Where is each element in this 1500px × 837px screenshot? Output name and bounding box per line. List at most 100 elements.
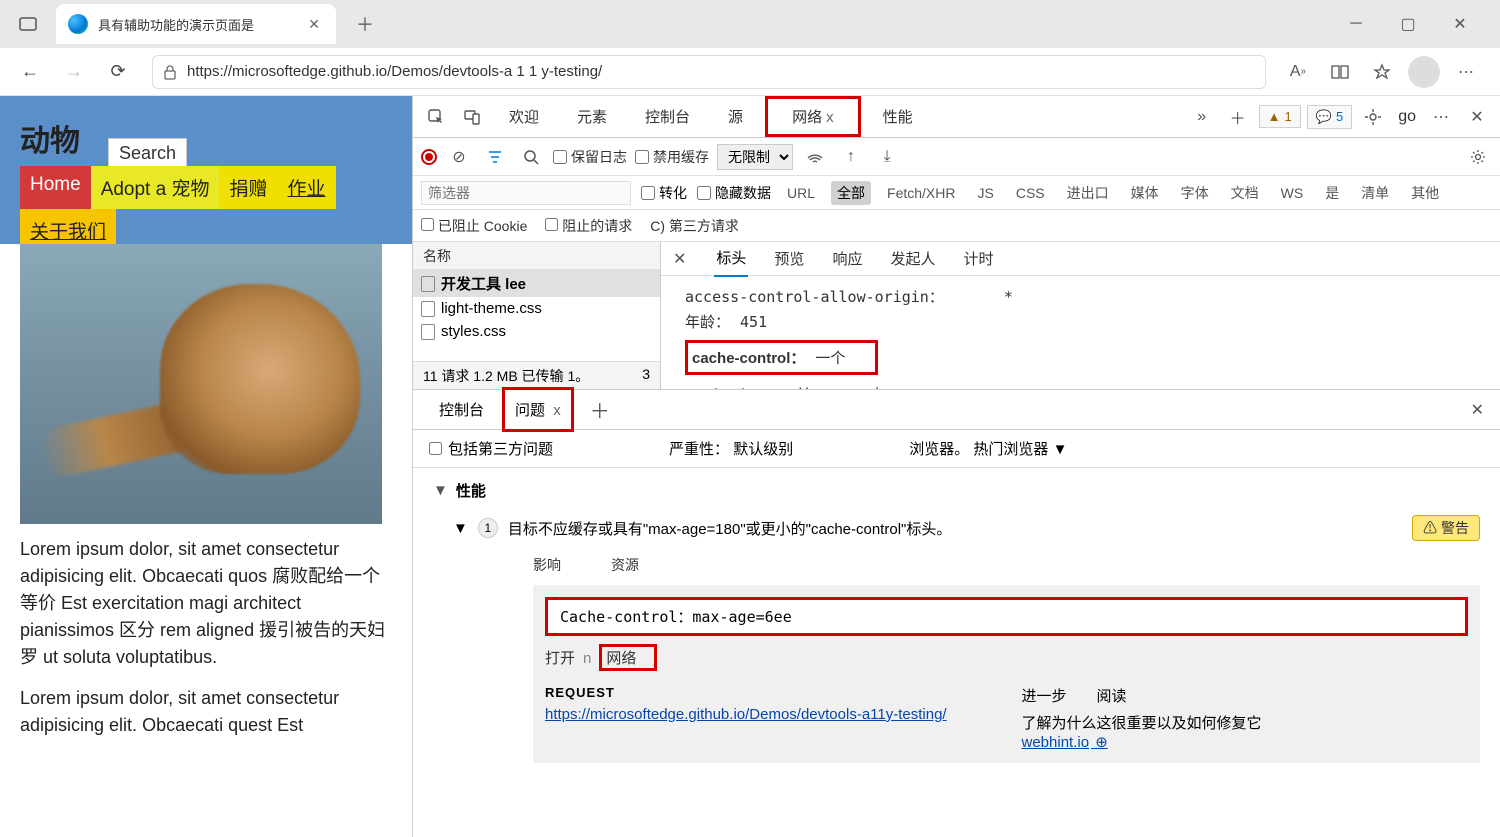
list-header-name[interactable]: 名称: [413, 242, 660, 270]
filter-manifest[interactable]: 清单: [1355, 181, 1395, 205]
drawer-tab-console[interactable]: 控制台: [429, 390, 494, 429]
tab-network[interactable]: 网络x: [765, 96, 861, 137]
issue-further-col: 进一步 阅读 了解为什么这很重要以及如何修复它 webhint.io ⊕: [1022, 685, 1469, 751]
url-text: https://microsoftedge.github.io/Demos/de…: [187, 63, 602, 80]
issue-header[interactable]: ▼ 1 目标不应缓存或具有"max-age=180"或更小的"cache-con…: [453, 515, 1480, 541]
filter-other[interactable]: 其他: [1405, 181, 1445, 205]
more-tabs-icon[interactable]: »: [1187, 102, 1217, 132]
browser-label[interactable]: 浏览器。 热门浏览器 ▼: [909, 438, 1067, 459]
issue-open-row: 打开 n 网络: [545, 644, 1468, 671]
issues-body: ▼ 性能 ▼ 1 目标不应缓存或具有"max-age=180"或更小的"cach…: [413, 468, 1500, 837]
headers-body: access-control-allow-origin：* 年龄：451 cac…: [661, 276, 1500, 389]
clear-icon[interactable]: ⊘: [445, 143, 473, 171]
filter-export[interactable]: 进出口: [1061, 181, 1115, 205]
drawer-add-icon[interactable]: ＋: [582, 395, 618, 424]
device-toggle-icon[interactable]: [457, 102, 487, 132]
inspect-icon[interactable]: [421, 102, 451, 132]
filter-ws[interactable]: WS: [1275, 183, 1310, 203]
disable-cache-checkbox[interactable]: 禁用缓存: [635, 147, 709, 167]
include-third-party-checkbox[interactable]: 包括第三方问题: [429, 438, 553, 459]
filter-url[interactable]: URL: [781, 183, 821, 203]
invert-checkbox[interactable]: 转化: [641, 183, 687, 203]
add-tab-icon[interactable]: ＋: [1223, 102, 1253, 132]
devtools-close-icon[interactable]: ✕: [1462, 102, 1492, 132]
tabs-overview-icon[interactable]: [8, 6, 48, 42]
detail-tab-response[interactable]: 响应: [830, 241, 864, 276]
issue-count-badge: 1: [478, 518, 498, 538]
tab-close-icon[interactable]: ✕: [304, 16, 324, 33]
issue-group-title[interactable]: ▼ 性能: [433, 480, 1480, 501]
filter-js[interactable]: JS: [971, 183, 999, 203]
upload-icon[interactable]: ↑: [837, 143, 865, 171]
tab-console[interactable]: 控制台: [629, 96, 706, 137]
filter-all[interactable]: 全部: [831, 181, 871, 205]
chevron-down-icon: ▼: [433, 482, 448, 499]
new-tab-button[interactable]: ＋: [344, 11, 386, 37]
back-button[interactable]: ←: [12, 54, 48, 90]
filter-fetch[interactable]: Fetch/XHR: [881, 183, 961, 203]
tab-performance[interactable]: 性能: [867, 96, 929, 137]
detail-close-icon[interactable]: ✕: [669, 249, 690, 269]
url-box[interactable]: https://microsoftedge.github.io/Demos/de…: [152, 55, 1266, 89]
download-icon[interactable]: ⤓: [873, 143, 901, 171]
more-icon[interactable]: ⋯: [1450, 56, 1482, 88]
page-hero-image: [20, 244, 382, 524]
issue-code: Cache-control：max-age=6ee: [545, 597, 1468, 636]
detail-tab-headers[interactable]: 标头: [714, 240, 748, 277]
reload-button[interactable]: ⟳: [100, 54, 136, 90]
nav-adopt[interactable]: Adopt a 宠物: [91, 166, 220, 209]
tab-welcome[interactable]: 欢迎: [493, 96, 555, 137]
filter-css[interactable]: CSS: [1010, 183, 1051, 203]
open-network-link[interactable]: 网络: [599, 644, 657, 671]
devtools-menu-icon[interactable]: ⋯: [1426, 102, 1456, 132]
request-url-link[interactable]: https://microsoftedge.github.io/Demos/de…: [545, 706, 947, 723]
request-row[interactable]: light-theme.css: [413, 297, 660, 320]
filter-input[interactable]: [421, 181, 631, 205]
read-aloud-icon[interactable]: A»: [1282, 56, 1314, 88]
throttle-select[interactable]: 无限制: [717, 144, 793, 170]
drawer-close-icon[interactable]: ✕: [1471, 400, 1484, 420]
drawer-tabs: 控制台 问题 x ＋ ✕: [413, 390, 1500, 430]
filter-yes[interactable]: 是: [1319, 181, 1345, 205]
filter-media[interactable]: 媒体: [1125, 181, 1165, 205]
settings-icon[interactable]: [1358, 102, 1388, 132]
blocked-requests-checkbox[interactable]: 阻止的请求: [545, 216, 632, 236]
tab-sources[interactable]: 源: [712, 96, 759, 137]
immersive-reader-icon[interactable]: [1324, 56, 1356, 88]
warnings-badge[interactable]: ▲ 1: [1259, 105, 1301, 128]
window-close-icon[interactable]: ✕: [1440, 8, 1480, 40]
request-row[interactable]: 开发工具 lee: [413, 270, 660, 297]
filter-icon[interactable]: [481, 143, 509, 171]
filter-font[interactable]: 字体: [1175, 181, 1215, 205]
blocked-cookies-checkbox[interactable]: 已阻止 Cookie: [421, 216, 527, 236]
network-conditions-icon[interactable]: [801, 143, 829, 171]
request-row[interactable]: styles.css: [413, 320, 660, 343]
nav-jobs[interactable]: 作业: [277, 166, 335, 209]
detail-tab-preview[interactable]: 预览: [772, 241, 806, 276]
page-text: Lorem ipsum dolor, sit amet consectetur …: [0, 536, 412, 739]
hide-data-checkbox[interactable]: 隐藏数据: [697, 183, 771, 203]
profile-avatar[interactable]: [1408, 56, 1440, 88]
browser-tab[interactable]: 具有辅助功能的演示页面是 ✕: [56, 4, 336, 44]
close-icon[interactable]: x: [553, 402, 561, 419]
webhint-link[interactable]: webhint.io ⊕: [1022, 734, 1108, 751]
window-minimize-icon[interactable]: ─: [1336, 8, 1376, 40]
favorite-icon[interactable]: [1366, 56, 1398, 88]
page-para1: Lorem ipsum dolor, sit amet consectetur …: [20, 536, 392, 671]
close-icon[interactable]: x: [826, 109, 834, 126]
network-settings-icon[interactable]: [1464, 143, 1492, 171]
record-button[interactable]: [421, 149, 437, 165]
search-input[interactable]: Search: [108, 138, 187, 169]
issues-badge[interactable]: 💬 5: [1307, 105, 1352, 129]
nav-home[interactable]: Home: [20, 166, 91, 209]
filter-doc[interactable]: 文档: [1225, 181, 1265, 205]
preserve-log-checkbox[interactable]: 保留日志: [553, 147, 627, 167]
detail-tab-initiator[interactable]: 发起人: [888, 241, 937, 276]
drawer-tab-issues[interactable]: 问题 x: [502, 387, 574, 432]
detail-tab-timing[interactable]: 计时: [961, 241, 995, 276]
search-icon[interactable]: [517, 143, 545, 171]
window-maximize-icon[interactable]: ▢: [1388, 8, 1428, 40]
tab-elements[interactable]: 元素: [561, 96, 623, 137]
nav-donate[interactable]: 捐赠: [219, 166, 277, 209]
network-toolbar: ⊘ 保留日志 禁用缓存 无限制 ↑ ⤓: [413, 138, 1500, 176]
